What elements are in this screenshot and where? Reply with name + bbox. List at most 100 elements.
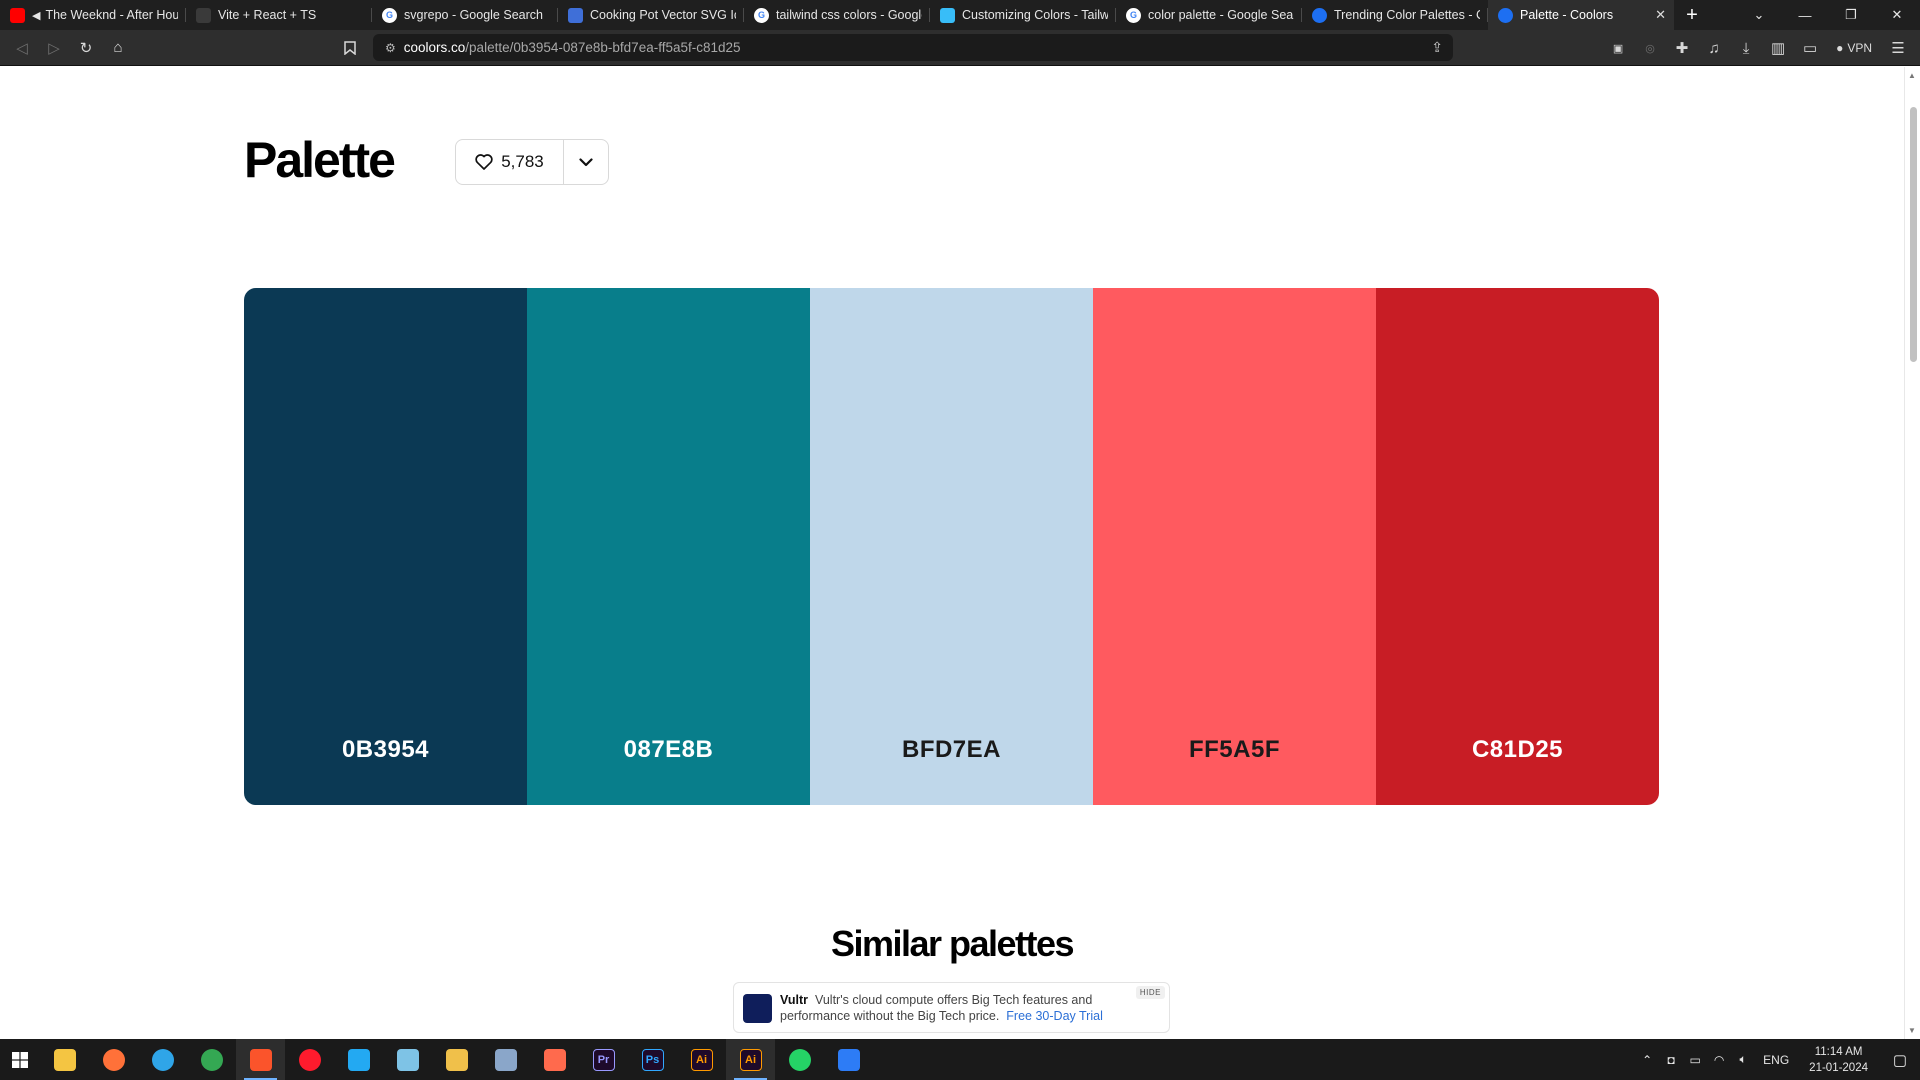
- restore-icon[interactable]: ❐: [1828, 0, 1874, 30]
- firefox-icon: [102, 1048, 125, 1071]
- tab-title: The Weeknd - After Hou: [45, 8, 178, 22]
- show-hidden-icons-icon[interactable]: ⌃: [1635, 1053, 1659, 1067]
- chrome-icon: [200, 1048, 223, 1071]
- globe-icon: [196, 7, 211, 23]
- clock-time: 11:14 AM: [1814, 1045, 1863, 1058]
- taskbar-app[interactable]: Pr: [579, 1039, 628, 1080]
- vpn-button[interactable]: ● VPN: [1826, 41, 1882, 55]
- wallet-extension-icon[interactable]: ◎: [1634, 32, 1666, 64]
- taskbar-app[interactable]: [775, 1039, 824, 1080]
- illustrator-icon: Ai: [690, 1048, 713, 1071]
- downloads-icon[interactable]: ⤓: [1730, 32, 1762, 64]
- scroll-down-icon[interactable]: ▼: [1908, 1026, 1916, 1035]
- ad-cta-link[interactable]: Free 30-Day Trial: [1006, 1009, 1103, 1023]
- similar-palettes-heading: Similar palettes: [830, 923, 1075, 964]
- browser-tab[interactable]: ◀ The Weeknd - After Hou: [0, 0, 186, 30]
- notifications-icon[interactable]: ▢: [1880, 1051, 1920, 1069]
- taskbar-app[interactable]: Ai: [677, 1039, 726, 1080]
- photoshop-icon: Ps: [641, 1048, 664, 1071]
- tab-title: Customizing Colors - Tailwi: [962, 8, 1108, 22]
- new-tab-button[interactable]: +: [1674, 0, 1710, 30]
- media-icon[interactable]: ♫: [1698, 32, 1730, 64]
- taskbar-app[interactable]: [0, 1039, 40, 1080]
- taskbar-app[interactable]: [824, 1039, 873, 1080]
- taskbar-app[interactable]: [89, 1039, 138, 1080]
- tab-title: Palette - Coolors: [1520, 8, 1614, 22]
- back-icon[interactable]: ◁: [6, 32, 38, 64]
- browser-tab[interactable]: Gsvgrepo - Google Search: [372, 0, 558, 30]
- sponsor-ad[interactable]: Vultr Vultr's cloud compute offers Big T…: [733, 982, 1170, 1033]
- url-path: /palette/0b3954-087e8b-bfd7ea-ff5a5f-c81…: [465, 40, 741, 55]
- tab-title: Vite + React + TS: [218, 8, 317, 22]
- heart-icon: [475, 154, 493, 170]
- color-swatch[interactable]: 0B3954: [244, 288, 527, 805]
- taskbar-app[interactable]: [481, 1039, 530, 1080]
- battery-icon[interactable]: ▭: [1683, 1053, 1707, 1067]
- taskbar-app[interactable]: [285, 1039, 334, 1080]
- webcam-icon[interactable]: ◘: [1659, 1053, 1683, 1067]
- color-swatch[interactable]: BFD7EA: [810, 288, 1093, 805]
- file-explorer-icon: [53, 1048, 76, 1071]
- scrollbar-thumb[interactable]: [1910, 107, 1917, 362]
- taskbar-app[interactable]: [138, 1039, 187, 1080]
- swatch-hex-label: FF5A5F: [1188, 736, 1280, 763]
- browser-tab[interactable]: Vite + React + TS: [186, 0, 372, 30]
- like-button[interactable]: 5,783: [456, 140, 564, 184]
- sidebar-icon[interactable]: ▥: [1762, 32, 1794, 64]
- todo-icon: [837, 1048, 860, 1071]
- more-options-button[interactable]: [564, 140, 608, 184]
- browser-tab[interactable]: Cooking Pot Vector SVG Ico: [558, 0, 744, 30]
- site-info-icon[interactable]: ⚙: [385, 41, 396, 55]
- taskbar-app[interactable]: [432, 1039, 481, 1080]
- taskbar-app[interactable]: [236, 1039, 285, 1080]
- ad-hide-button[interactable]: HIDE: [1135, 986, 1165, 999]
- browser-tab[interactable]: Palette - Coolors ✕: [1488, 0, 1674, 30]
- browser-tab[interactable]: Trending Color Palettes - Co: [1302, 0, 1488, 30]
- minimize-icon[interactable]: —: [1782, 0, 1828, 30]
- page-content: Palette 5,783 0B3954 087E8B BFD7EA FF5A5F C8…: [0, 67, 1904, 1039]
- chevron-down-icon: [579, 157, 593, 166]
- home-icon[interactable]: ⌂: [102, 32, 134, 64]
- clock[interactable]: 11:14 AM 21-01-2024: [1797, 1044, 1880, 1076]
- taskbar-app[interactable]: [383, 1039, 432, 1080]
- reload-icon[interactable]: ↻: [70, 32, 102, 64]
- wallet-icon[interactable]: ▭: [1794, 32, 1826, 64]
- bookmark-icon[interactable]: [334, 32, 366, 64]
- page-title: Palette: [244, 132, 396, 188]
- taskbar-app[interactable]: [187, 1039, 236, 1080]
- language-indicator[interactable]: ENG: [1755, 1053, 1797, 1067]
- page-scrollbar[interactable]: ▲ ▼: [1904, 67, 1920, 1039]
- coolors-icon: [1312, 7, 1327, 23]
- taskbar-app[interactable]: [334, 1039, 383, 1080]
- tab-search-icon[interactable]: ⌄: [1736, 0, 1782, 30]
- color-swatch[interactable]: FF5A5F: [1093, 288, 1376, 805]
- share-icon[interactable]: ⇪: [1431, 39, 1443, 56]
- taskbar-app[interactable]: Ps: [628, 1039, 677, 1080]
- close-window-icon[interactable]: ✕: [1874, 0, 1920, 30]
- extensions-puzzle-icon[interactable]: ✚: [1666, 32, 1698, 64]
- menu-icon[interactable]: ☰: [1882, 32, 1914, 64]
- taskbar-app[interactable]: [40, 1039, 89, 1080]
- swatch-hex-label: 0B3954: [341, 736, 430, 763]
- extension-icon[interactable]: ▣: [1602, 32, 1634, 64]
- browser-tab[interactable]: Gtailwind css colors - Google: [744, 0, 930, 30]
- whatsapp-icon: [788, 1048, 811, 1071]
- audio-playing-icon[interactable]: ◀: [32, 9, 40, 22]
- close-tab-icon[interactable]: ✕: [1655, 7, 1666, 23]
- tab-title: Cooking Pot Vector SVG Ico: [590, 8, 736, 22]
- volume-icon[interactable]: 🔈︎: [1731, 1052, 1755, 1067]
- scroll-up-icon[interactable]: ▲: [1908, 71, 1916, 80]
- address-bar[interactable]: ⚙ coolors.co/palette/0b3954-087e8b-bfd7e…: [373, 34, 1453, 61]
- forward-icon[interactable]: ▷: [38, 32, 70, 64]
- color-swatch[interactable]: 087E8B: [527, 288, 810, 805]
- color-swatch[interactable]: C81D25: [1376, 288, 1659, 805]
- taskbar-app[interactable]: [530, 1039, 579, 1080]
- wifi-icon[interactable]: ◠: [1707, 1053, 1731, 1067]
- vultr-logo-icon: [743, 994, 772, 1023]
- browser-tab[interactable]: Gcolor palette - Google Sear: [1116, 0, 1302, 30]
- like-control: 5,783: [455, 139, 609, 185]
- start-icon: [9, 1049, 31, 1071]
- taskbar-app[interactable]: Ai: [726, 1039, 775, 1080]
- toolbar-actions: ▣ ◎ ✚ ♫ ⤓ ▥ ▭ ● VPN ☰: [1602, 30, 1920, 66]
- browser-tab[interactable]: Customizing Colors - Tailwi: [930, 0, 1116, 30]
